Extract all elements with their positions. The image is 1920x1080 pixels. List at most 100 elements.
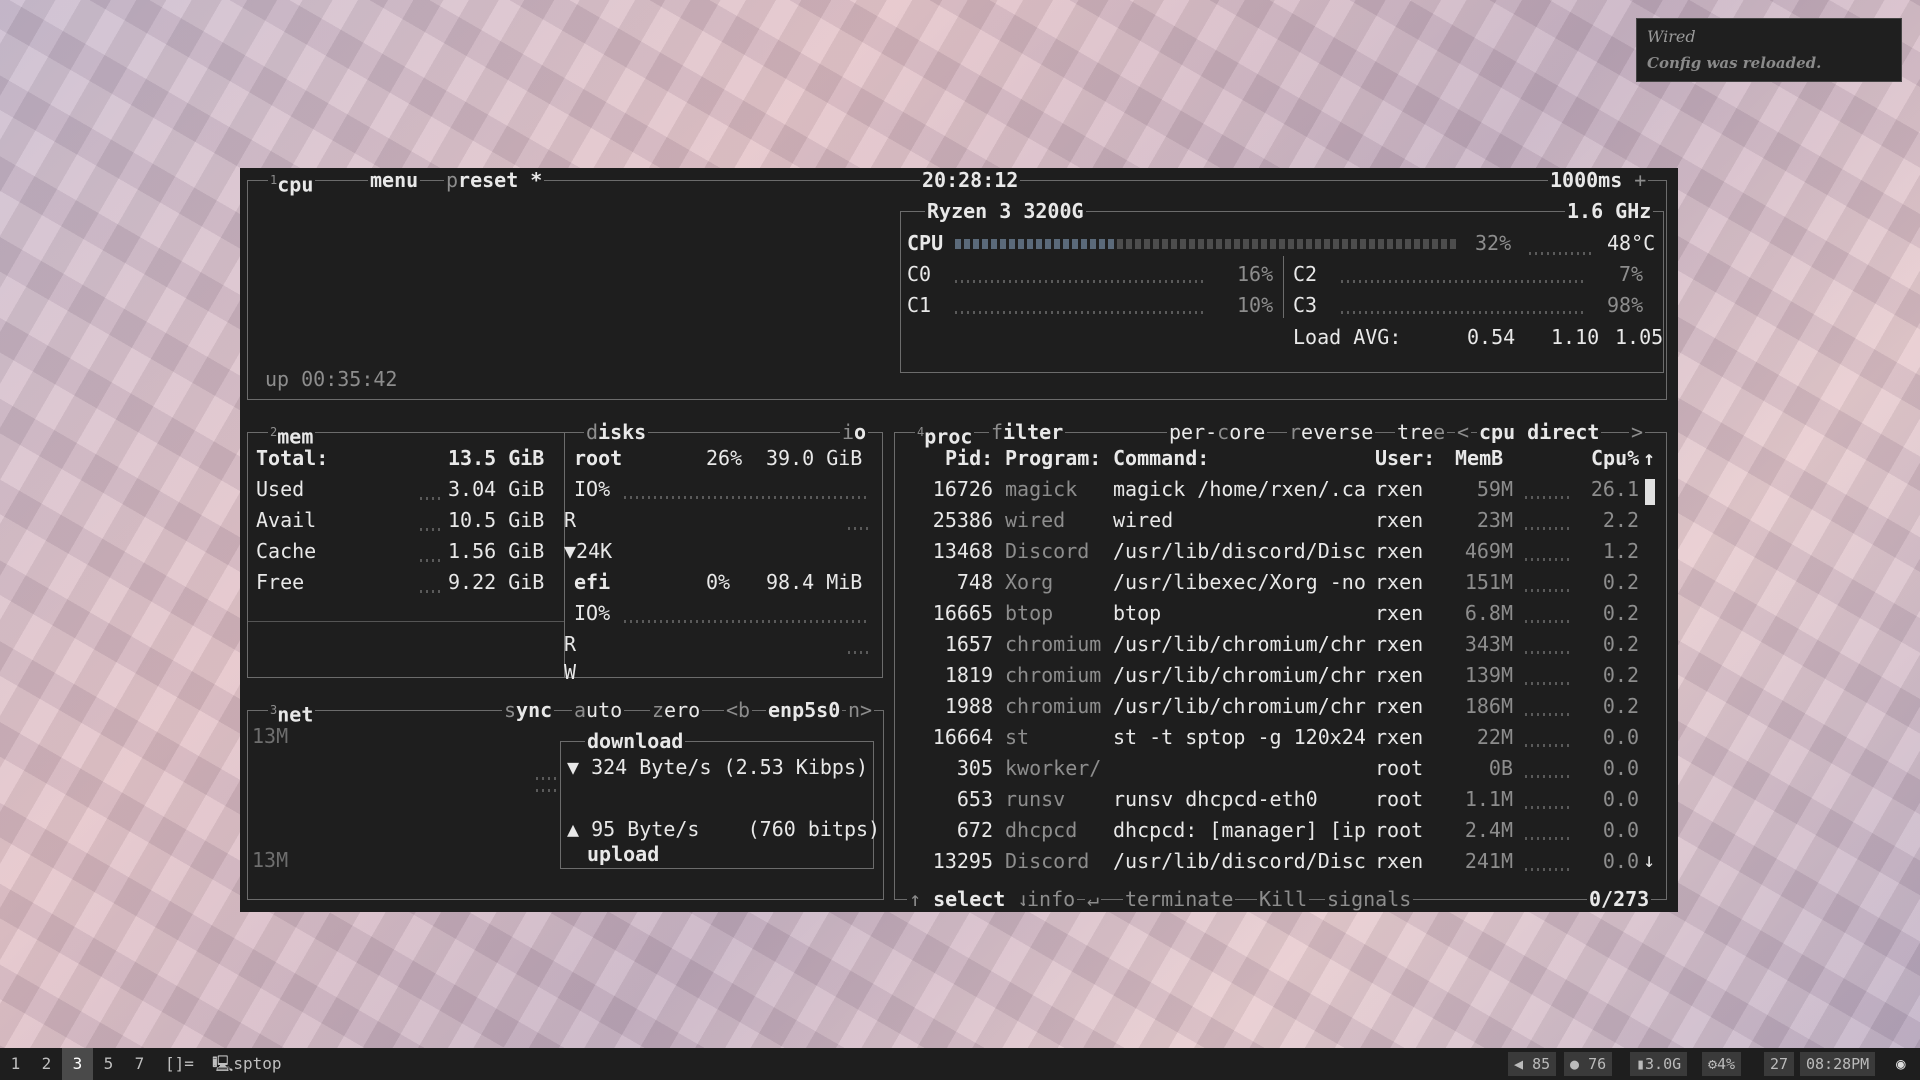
- proc-filter-button[interactable]: filter: [989, 420, 1066, 444]
- proc-cell-command: /usr/lib/discord/Disc: [1113, 539, 1366, 563]
- proc-cell-command: runsv dhcpcd-eth0: [1113, 787, 1318, 811]
- disk-root-pct: 26%: [706, 446, 743, 470]
- cpu-info-box: Ryzen 3 3200G 1.6 GHz CPU 32% 48°C C0 16…: [900, 199, 1664, 373]
- proc-cell-cpu: 0.0: [1602, 725, 1639, 749]
- mem-used-graph: [420, 497, 442, 500]
- tree-key: e: [1433, 420, 1446, 444]
- btop-terminal-window[interactable]: 1cpu menu preset * 20:28:12 1000ms + up …: [240, 168, 1678, 912]
- col-user[interactable]: User:: [1375, 443, 1435, 474]
- proc-cell-program: chromium: [1005, 632, 1102, 656]
- core-c0-label: C0: [907, 262, 932, 286]
- proc-row[interactable]: 13468 Discord/usr/lib/discord/Disc rxen 469…: [895, 536, 1666, 567]
- core-c2-pct: 7%: [1619, 262, 1644, 286]
- proc-cell-command: dhcpcd: [manager] [ip: [1113, 818, 1366, 842]
- proc-row[interactable]: 1819 chromium/usr/lib/chromium/chr rxen 139…: [895, 660, 1666, 691]
- workspace-1[interactable]: 1: [0, 1048, 31, 1080]
- mic-status[interactable]: ● 76: [1564, 1052, 1613, 1076]
- proc-row[interactable]: 13295 Discord/usr/lib/discord/Disc rxen 241…: [895, 846, 1666, 877]
- proc-cell-user: rxen: [1375, 508, 1424, 532]
- scroll-down-icon[interactable]: ↓: [1643, 845, 1655, 876]
- workspace-7[interactable]: 7: [124, 1048, 155, 1080]
- proc-percore-toggle[interactable]: per-core: [1167, 420, 1268, 444]
- notification-popup[interactable]: Wired Config was reloaded.: [1636, 18, 1902, 82]
- proc-signals-button[interactable]: signals: [1325, 887, 1414, 911]
- workspace-3[interactable]: 3: [62, 1048, 93, 1080]
- zero-label: ero: [664, 698, 701, 722]
- proc-cell-cpu: 0.2: [1602, 601, 1639, 625]
- terminal-icon: 🖳: [212, 1054, 234, 1073]
- proc-row[interactable]: 16665 btop btop rxen 6.8M 0.2: [895, 598, 1666, 629]
- net-auto-toggle[interactable]: auto: [572, 698, 625, 722]
- proc-cell-pid: 13295: [932, 849, 993, 873]
- proc-cpu-graph: [1525, 775, 1569, 778]
- proc-row[interactable]: 1988 chromium/usr/lib/chromium/chr rxen 186…: [895, 691, 1666, 722]
- disk-root-speed: ▼24K: [564, 539, 613, 563]
- menu-label: menu: [370, 168, 419, 192]
- proc-info-button[interactable]: info: [1025, 887, 1078, 911]
- net-prev-iface-button[interactable]: <b: [724, 698, 753, 722]
- proc-cell-cpu: 0.0: [1602, 787, 1639, 811]
- net-sync-toggle[interactable]: sync: [502, 698, 555, 722]
- scroll-up-icon[interactable]: ↑: [1643, 443, 1655, 474]
- disk-efi-write: W: [564, 660, 577, 684]
- percore-label-a: per-: [1169, 420, 1218, 444]
- proc-cell-user: rxen: [1375, 632, 1424, 656]
- mem-panel: 2mem Total: 13.5 GiB Used 3.04 GiB Avail…: [247, 420, 565, 678]
- proc-row[interactable]: 25386 wired wired rxen 23M 2.2: [895, 505, 1666, 536]
- net-panel: 3net sync auto zero <b enp5s0 n> 13M 13M…: [247, 698, 884, 900]
- proc-cell-cpu: 0.2: [1602, 663, 1639, 687]
- window-title-text: sptop: [233, 1054, 282, 1073]
- net-next-iface-button[interactable]: n>: [846, 698, 875, 722]
- net-zero-toggle[interactable]: zero: [650, 698, 703, 722]
- discord-tray-icon[interactable]: ◉: [1896, 1048, 1906, 1080]
- col-command[interactable]: Command:: [1113, 443, 1209, 474]
- proc-cell-user: rxen: [1375, 539, 1424, 563]
- update-interval[interactable]: 1000ms +: [1548, 168, 1649, 192]
- core-c1-graph: [955, 311, 1205, 314]
- proc-reverse-toggle[interactable]: reverse: [1287, 420, 1376, 444]
- proc-cpu-graph: [1525, 682, 1569, 685]
- proc-tree-toggle[interactable]: tree: [1395, 420, 1448, 444]
- proc-kill-button[interactable]: Kill: [1257, 887, 1310, 911]
- sort-prev-button[interactable]: <: [1455, 420, 1472, 444]
- preset-button[interactable]: preset *: [444, 168, 545, 192]
- col-mem[interactable]: MemB: [1455, 443, 1503, 474]
- proc-row[interactable]: 1657 chromium/usr/lib/chromium/chr rxen 343…: [895, 629, 1666, 660]
- cpu-panel-title[interactable]: 1cpu: [268, 168, 316, 197]
- col-cpu[interactable]: Cpu%: [1591, 443, 1639, 474]
- workspace-5[interactable]: 5: [93, 1048, 124, 1080]
- proc-cell-pid: 653: [956, 787, 993, 811]
- proc-cell-program: Discord: [1005, 849, 1090, 873]
- proc-row[interactable]: 16664 st st -t sptop -g 120x24 rxen 22M 0.0: [895, 722, 1666, 753]
- disk-efi-size: 98.4 MiB: [766, 570, 863, 594]
- memory-value: 3.0G: [1645, 1055, 1682, 1073]
- layout-indicator[interactable]: []=: [165, 1048, 194, 1080]
- proc-row[interactable]: 305 kworker/root 0B 0.0: [895, 753, 1666, 784]
- proc-terminate-button[interactable]: terminate: [1123, 887, 1236, 911]
- memory-icon: ▮: [1636, 1055, 1646, 1073]
- disks-panel-title[interactable]: disks: [584, 420, 649, 444]
- io-toggle[interactable]: io: [840, 420, 869, 444]
- proc-scrollbar-thumb[interactable]: [1645, 479, 1655, 505]
- sync-label: ync: [516, 698, 553, 722]
- net-interface: enp5s0: [766, 698, 843, 722]
- proc-cell-cpu: 0.0: [1602, 818, 1639, 842]
- proc-row[interactable]: 672 dhcpcd dhcpcd: [manager] [ip root 2.4M 0.…: [895, 815, 1666, 846]
- net-scale-top: 13M: [252, 724, 289, 748]
- col-pid[interactable]: Pid:: [945, 443, 993, 474]
- volume-status[interactable]: ◀ 85: [1508, 1052, 1557, 1076]
- proc-cell-program: dhcpcd: [1005, 818, 1078, 842]
- proc-select-button[interactable]: ↑ select ↓: [907, 887, 1032, 911]
- net-download-label: download: [585, 729, 686, 753]
- core-divider: [1283, 256, 1284, 318]
- mem-avail-value: 10.5 GiB: [448, 508, 545, 532]
- proc-row[interactable]: 748 Xorg/usr/libexec/Xorg -no rxen 151M 0.2: [895, 567, 1666, 598]
- cpu-label: cpu: [277, 172, 314, 197]
- proc-row[interactable]: 653 runsv runsv dhcpcd-eth0 root 1.1M 0.0: [895, 784, 1666, 815]
- sort-next-button[interactable]: >: [1629, 420, 1646, 444]
- menu-button[interactable]: menu: [368, 168, 421, 192]
- col-program[interactable]: Program:: [1005, 443, 1101, 474]
- workspace-2[interactable]: 2: [31, 1048, 62, 1080]
- proc-row[interactable]: 16726 magick magick /home/rxen/.ca rxen 59M 2…: [895, 474, 1666, 505]
- notification-title: Wired: [1647, 27, 1696, 46]
